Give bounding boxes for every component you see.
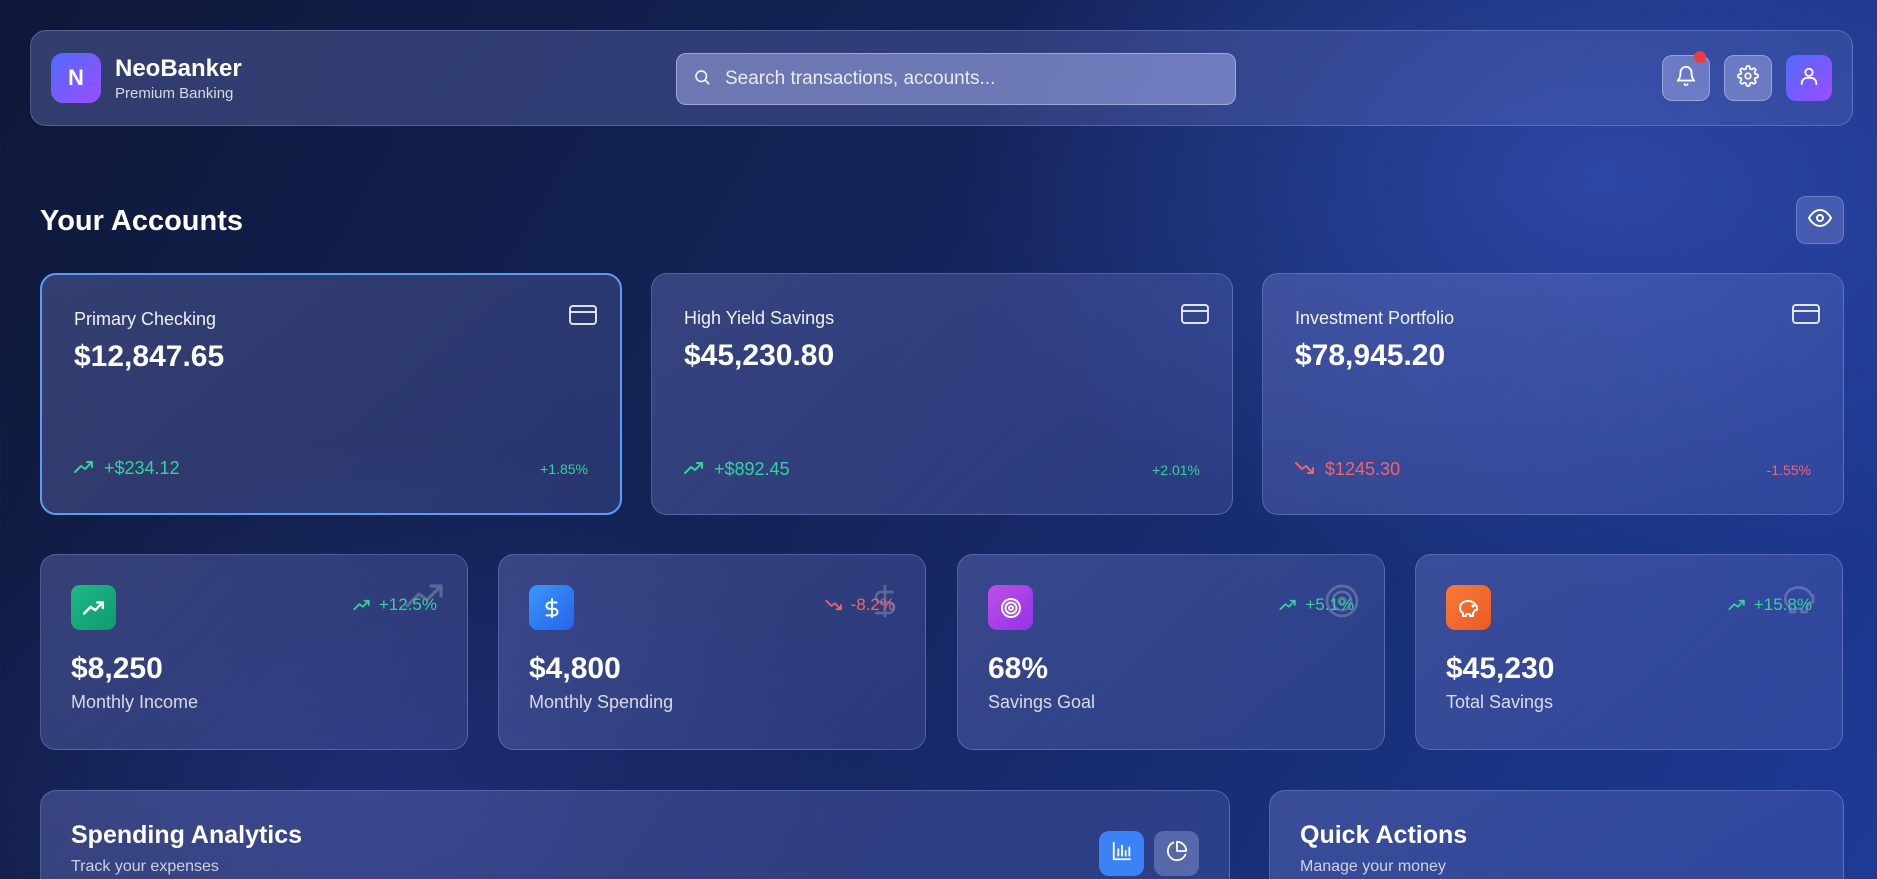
account-change-amount: +$892.45 [714, 459, 790, 479]
stat-card-total-savings[interactable]: +15.8% $45,230 Total Savings [1415, 554, 1843, 750]
user-icon [1798, 65, 1820, 92]
stat-change: -8.2% [825, 595, 895, 615]
search-input[interactable] [725, 68, 1205, 90]
trending-up-icon [353, 599, 370, 611]
profile-button[interactable] [1786, 55, 1832, 101]
credit-card-icon [1791, 302, 1821, 331]
top-header: N NeoBanker Premium Banking [30, 30, 1853, 126]
trending-down-icon [825, 599, 842, 611]
account-change: $1245.30 [1295, 459, 1400, 480]
stat-change-value: +15.8% [1753, 595, 1812, 614]
account-name: Primary Checking [74, 309, 217, 329]
settings-button[interactable] [1724, 55, 1772, 101]
pie-chart-icon [1166, 840, 1188, 867]
stat-label: Savings Goal [988, 692, 1096, 712]
brand[interactable]: N NeoBanker Premium Banking [51, 53, 651, 103]
stat-label: Total Savings [1446, 692, 1554, 712]
panel-subtitle: Track your expenses [71, 858, 219, 875]
bar-chart-toggle-button[interactable] [1099, 831, 1144, 876]
trending-down-icon [1295, 459, 1315, 480]
account-change: +$892.45 [684, 459, 790, 480]
brand-tagline: Premium Banking [115, 84, 234, 102]
trending-up-icon [1279, 599, 1297, 611]
account-change-percent: -1.55% [1766, 462, 1811, 478]
quick-actions-panel: Quick Actions Manage your money [1269, 790, 1844, 879]
stat-value: $45,230 [1446, 652, 1555, 685]
stat-label: Monthly Income [71, 692, 199, 712]
account-name: Investment Portfolio [1295, 308, 1455, 328]
stat-change-value: +12.5% [378, 595, 437, 614]
credit-card-icon [1180, 302, 1210, 331]
trending-up-icon [71, 585, 116, 630]
account-card[interactable]: Investment Portfolio $78,945.20 $1245.30… [1262, 273, 1844, 515]
stat-value: $8,250 [71, 652, 163, 685]
spending-analytics-panel: Spending Analytics Track your expenses [40, 790, 1230, 879]
stat-change: +5.1% [1279, 595, 1354, 615]
piggy-bank-icon [1446, 585, 1491, 630]
brand-name: NeoBanker [115, 54, 242, 82]
trending-up-icon [684, 459, 704, 480]
stat-change: +15.8% [1728, 595, 1812, 615]
trending-up-icon [74, 458, 94, 479]
panel-title: Spending Analytics [71, 821, 303, 849]
gear-icon [1737, 64, 1759, 92]
account-change-amount: +$234.12 [104, 458, 180, 478]
eye-icon [1808, 206, 1832, 235]
search-bar[interactable] [676, 53, 1236, 105]
account-change-percent: +2.01% [1152, 462, 1200, 478]
account-change-percent: +1.85% [540, 461, 588, 477]
stat-change-value: +5.1% [1305, 595, 1354, 614]
target-icon [988, 585, 1033, 630]
stat-card-spending[interactable]: -8.2% $4,800 Monthly Spending [498, 554, 926, 750]
section-title-accounts: Your Accounts [40, 205, 244, 237]
account-change-amount: $1245.30 [1325, 459, 1401, 479]
panel-subtitle: Manage your money [1300, 858, 1446, 875]
search-icon [693, 68, 711, 91]
account-balance: $12,847.65 [74, 340, 225, 373]
panel-title: Quick Actions [1300, 821, 1468, 849]
toggle-balance-visibility-button[interactable] [1796, 196, 1844, 244]
account-balance: $45,230.80 [684, 339, 835, 372]
stat-value: 68% [988, 652, 1049, 685]
bar-chart-icon [1111, 840, 1133, 867]
dollar-icon [529, 585, 574, 630]
notifications-button[interactable] [1662, 51, 1710, 101]
pie-chart-toggle-button[interactable] [1154, 831, 1199, 876]
stat-value: $4,800 [529, 652, 621, 685]
account-card[interactable]: Primary Checking $12,847.65 +$234.12 +1.… [40, 273, 622, 515]
credit-card-icon [568, 303, 598, 332]
stat-card-savings-goal[interactable]: +5.1% 68% Savings Goal [957, 554, 1385, 750]
stat-change: +12.5% [353, 595, 437, 615]
trending-up-icon [1728, 599, 1745, 611]
stat-card-income[interactable]: +12.5% $8,250 Monthly Income [40, 554, 468, 750]
account-change: +$234.12 [74, 458, 180, 479]
notification-badge [1694, 51, 1706, 63]
bell-icon [1675, 65, 1697, 92]
account-name: High Yield Savings [684, 308, 835, 328]
account-balance: $78,945.20 [1295, 339, 1446, 372]
stat-label: Monthly Spending [529, 692, 674, 712]
stat-change-value: -8.2% [850, 595, 895, 614]
brand-logo: N [51, 53, 101, 103]
account-card[interactable]: High Yield Savings $45,230.80 +$892.45 +… [651, 273, 1233, 515]
